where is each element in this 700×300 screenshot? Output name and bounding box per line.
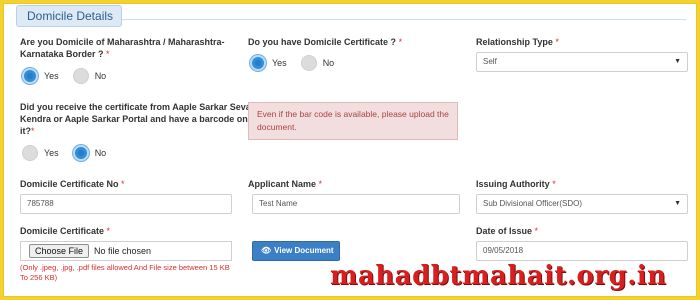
issue-date-label: Date of Issue * [476,225,538,237]
barcode-yes-radio[interactable] [22,145,38,161]
file-hint: (Only .jpeg, .jpg, .pdf files allowed An… [20,263,230,282]
border-no-radio[interactable] [72,68,89,84]
cert-no-input[interactable]: 785788 [20,194,232,214]
relationship-label: Relationship Type * [476,36,559,48]
eye-icon: 👁 [261,246,272,255]
authority-value: Sub Divisional Officer(SDO) [483,199,582,208]
required-marker: * [552,179,556,189]
cert-no-label-text: Domicile Certificate No [20,179,119,189]
certificate-no-label: No [322,58,335,68]
alert-line2: document. [257,122,297,132]
required-marker: * [318,179,323,189]
section-divider [122,19,686,20]
file-status: No file chosen [94,246,152,256]
section-title: Domicile Details [16,5,122,27]
required-marker: * [398,37,403,47]
barcode-radio-group: Yes No [22,145,120,161]
domicile-form: Domicile Details Are you Domicile of Mah… [3,3,697,297]
watermark-text: mahadbtmahait.org.in [330,261,667,291]
authority-select[interactable]: Sub Divisional Officer(SDO) ▼ [476,194,688,214]
relationship-value: Self [483,57,497,66]
applicant-value: Test Name [259,199,298,208]
certificate-yes-label: Yes [272,58,287,68]
border-no-label: No [94,71,107,81]
cert-no-label: Domicile Certificate No * [20,178,125,190]
authority-label-text: Issuing Authority [476,179,550,189]
certificate-no-radio[interactable] [300,55,317,71]
required-marker: * [106,49,110,59]
certificate-question-text: Do you have Domicile Certificate ? [248,37,397,47]
authority-label: Issuing Authority * [476,178,556,190]
barcode-alert: Even if the bar code is available, pleas… [248,102,458,140]
applicant-input[interactable]: Test Name [252,194,460,214]
alert-line1: Even if the bar code is available, pleas… [257,109,449,119]
border-yes-radio[interactable] [22,68,38,84]
border-question-line2: Karnataka Border ? [20,49,104,59]
barcode-no-radio[interactable] [72,145,89,161]
issue-date-value: 09/05/2018 [483,246,524,255]
barcode-question-line2: Kendra or Aaple Sarkar Portal and have a… [20,114,248,124]
relationship-select[interactable]: Self ▼ [476,52,688,72]
barcode-question-line3: it? [20,126,31,136]
cert-file-input[interactable]: Choose File No file chosen [20,241,232,261]
border-question-line1: Are you Domicile of Maharashtra / Mahara… [20,37,225,47]
barcode-question-label: Did you receive the certificate from Aap… [20,101,251,137]
chevron-down-icon: ▼ [674,58,681,65]
view-document-button[interactable]: 👁 View Document [252,241,340,261]
issue-date-input[interactable]: 09/05/2018 [476,241,688,261]
cert-file-label: Domicile Certificate * [20,225,110,237]
cert-file-label-text: Domicile Certificate [20,226,105,236]
certificate-yes-radio[interactable] [250,55,266,71]
applicant-label-text: Applicant Name [248,179,317,189]
border-radio-group: Yes No [22,68,120,84]
required-marker: * [555,37,559,47]
certificate-radio-group: Yes No [250,55,348,71]
choose-file-button[interactable]: Choose File [29,244,90,258]
required-marker: * [106,226,111,236]
view-document-label: View Document [274,246,334,255]
barcode-yes-label: Yes [44,148,59,158]
required-marker: * [534,226,539,236]
border-question-label: Are you Domicile of Maharashtra / Mahara… [20,36,225,60]
required-marker: * [121,179,125,189]
required-marker: * [31,126,35,136]
applicant-label: Applicant Name * [248,178,322,190]
barcode-question-line1: Did you receive the certificate from Aap… [20,102,251,112]
barcode-no-label: No [94,148,107,158]
issue-date-label-text: Date of Issue [476,226,533,236]
cert-no-value: 785788 [27,199,54,208]
border-yes-label: Yes [44,71,59,81]
relationship-label-text: Relationship Type [476,37,553,47]
chevron-down-icon: ▼ [674,200,681,207]
certificate-question-label: Do you have Domicile Certificate ? * [248,36,402,48]
